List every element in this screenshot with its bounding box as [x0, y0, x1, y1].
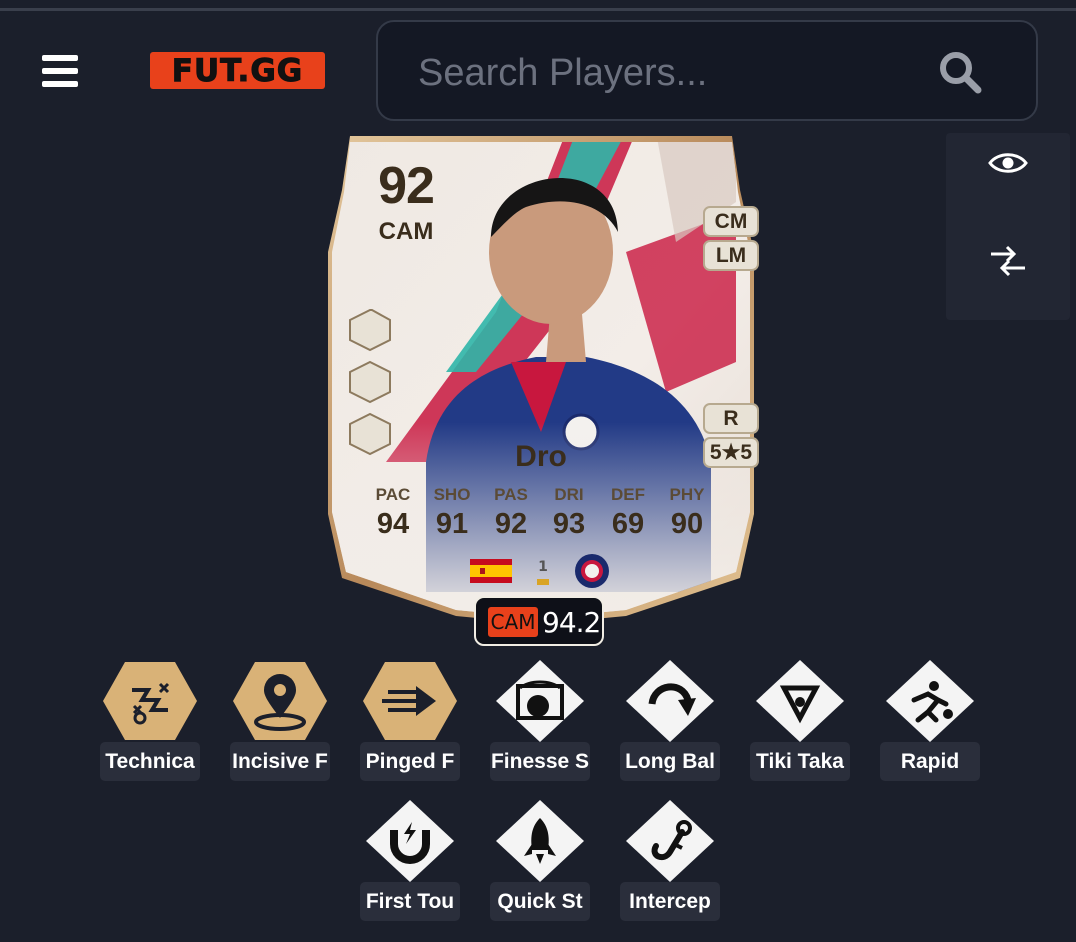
- playstyle-finesse-shot[interactable]: Finesse S: [490, 660, 590, 784]
- meta-rating-value: 94.2: [542, 606, 601, 639]
- quick-step-icon: [496, 800, 584, 882]
- playstyle-tiki-taka[interactable]: Tiki Taka: [750, 660, 850, 784]
- logo-text: FUT.GG: [171, 52, 304, 89]
- playstyle-label: Tiki Taka: [750, 742, 850, 781]
- playstyle-label: Quick St: [490, 882, 590, 921]
- playstyle-label: Long Bal: [620, 742, 720, 781]
- playstyle-technical[interactable]: Technica: [100, 660, 200, 784]
- svg-text:1: 1: [538, 559, 548, 575]
- player-name: Dro: [515, 440, 567, 473]
- intercept-icon: [626, 800, 714, 882]
- playstyle-intercept[interactable]: Intercep: [620, 800, 720, 924]
- club-crest-icon: [575, 554, 609, 588]
- card-rating: 92: [378, 157, 435, 215]
- playstyle-label: Incisive F: [230, 742, 330, 781]
- playstyle-label: Rapid: [880, 742, 980, 781]
- stat-value: 92: [494, 508, 528, 540]
- nation-flag-icon: [470, 559, 512, 583]
- playstyle-label: Intercep: [620, 882, 720, 921]
- playstyle-label: Pinged F: [360, 742, 460, 781]
- playstyle-label: Technica: [100, 742, 200, 781]
- playstyle-rapid[interactable]: Rapid: [880, 660, 980, 784]
- playstyle-incisive-pass[interactable]: Incisive F: [230, 660, 330, 784]
- playstyle-label: First Tou: [360, 882, 460, 921]
- technical-icon: [103, 662, 197, 740]
- league-logo-icon: 1: [537, 559, 549, 585]
- playstyle-first-touch[interactable]: First Tou: [360, 800, 460, 924]
- search-bar[interactable]: [376, 20, 1038, 121]
- pinged-pass-icon: [363, 662, 457, 740]
- stat-value: 91: [435, 508, 469, 540]
- top-divider: [0, 8, 1076, 11]
- logo[interactable]: FUT.GG: [150, 52, 325, 89]
- preferred-foot-badge: R: [703, 403, 759, 434]
- stat-value: 90: [670, 508, 704, 540]
- playstyle-label: Finesse S: [490, 742, 590, 781]
- alt-position-lm: LM: [703, 240, 759, 271]
- playstyle-pinged-pass[interactable]: Pinged F: [360, 660, 460, 784]
- finesse-shot-icon: [496, 660, 584, 742]
- player-card[interactable]: 92 CAM CM LM R 5★5 Dro PAC SHO PAS DRI D…: [326, 132, 759, 622]
- compare-button[interactable]: [946, 231, 1070, 291]
- tiki-taka-icon: [756, 660, 844, 742]
- stat-value: 69: [611, 508, 645, 540]
- rapid-icon: [886, 660, 974, 742]
- stat-label: PHY: [669, 485, 705, 504]
- stat-label: DEF: [611, 485, 645, 504]
- stat-value: 94: [376, 508, 410, 540]
- meta-rating-badge[interactable]: CAM 94.2: [474, 596, 604, 646]
- view-toggle-button[interactable]: [946, 133, 1070, 193]
- eye-icon: [988, 153, 1028, 173]
- stat-label: DRI: [554, 485, 584, 504]
- stat-label: PAS: [494, 485, 528, 504]
- skill-weakfoot-badge: 5★5: [703, 437, 759, 468]
- card-position: CAM: [378, 218, 434, 245]
- alt-position-cm: CM: [703, 206, 759, 237]
- search-input[interactable]: [416, 46, 920, 100]
- long-ball-icon: [626, 660, 714, 742]
- meta-rating-position: CAM: [488, 607, 538, 637]
- playstyle-quick-step[interactable]: Quick St: [490, 800, 590, 924]
- playstyle-long-ball[interactable]: Long Bal: [620, 660, 720, 784]
- first-touch-icon: [366, 800, 454, 882]
- menu-icon[interactable]: [42, 55, 78, 87]
- incisive-pass-icon: [233, 662, 327, 740]
- search-icon[interactable]: [938, 50, 982, 94]
- side-panel: [946, 133, 1070, 320]
- stat-label: PAC: [375, 485, 411, 504]
- stat-value: 93: [552, 508, 586, 540]
- stat-label: SHO: [433, 485, 471, 504]
- compare-arrows-icon: [991, 245, 1025, 277]
